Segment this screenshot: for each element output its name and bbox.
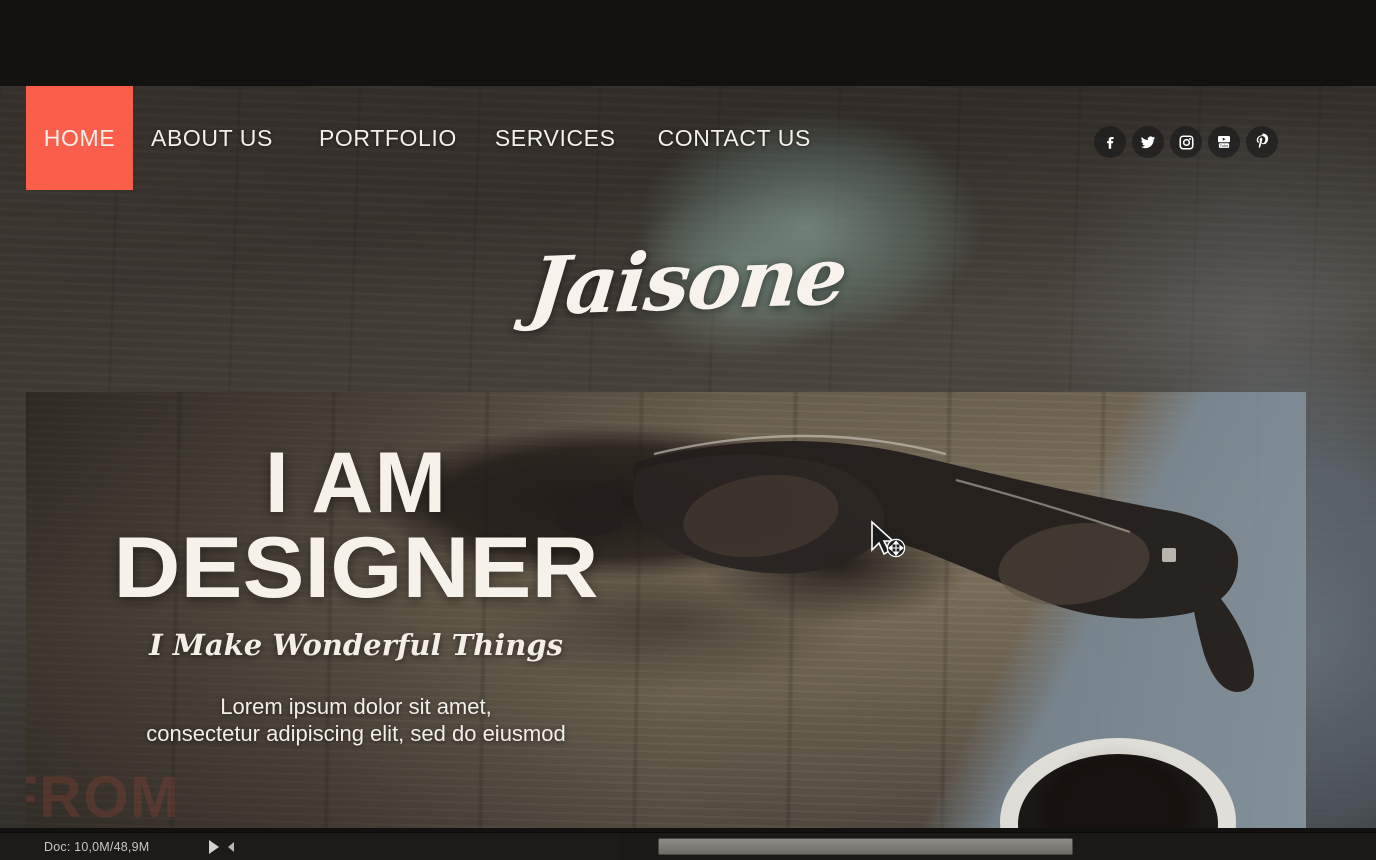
- hero-copy: I AM DESIGNER I Make Wonderful Things Lo…: [26, 435, 686, 748]
- document-size-label: Doc: 10,0M/48,9M: [44, 839, 150, 854]
- hero-banner: FROM I AM DESIGNER I Make Wonderful Thin…: [26, 392, 1306, 832]
- nav-item-services[interactable]: SERVICES: [495, 125, 616, 152]
- social-links: Tube: [1094, 126, 1278, 158]
- facebook-icon[interactable]: [1094, 126, 1126, 158]
- nav-item-home[interactable]: HOME: [26, 125, 133, 152]
- photoshop-status-bar: Doc: 10,0M/48,9M: [0, 832, 1376, 860]
- step-back-triangle-icon[interactable]: [228, 841, 235, 852]
- svg-text:Tube: Tube: [1220, 144, 1228, 148]
- website-artboard: HOME ABOUT US PORTFOLIO SERVICES CONTACT…: [0, 86, 1376, 832]
- hero-body-text: Lorem ipsum dolor sit amet, consectetur …: [26, 694, 686, 748]
- pinterest-icon[interactable]: [1246, 126, 1278, 158]
- horizontal-scrollbar-thumb[interactable]: [658, 838, 1073, 855]
- youtube-icon[interactable]: Tube: [1208, 126, 1240, 158]
- nav-item-contact-us[interactable]: CONTACT US: [658, 125, 811, 152]
- canvas-top-matte: [0, 0, 1376, 86]
- nav-item-about-us[interactable]: ABOUT US: [151, 125, 273, 152]
- nav-item-portfolio[interactable]: PORTFOLIO: [319, 125, 457, 152]
- hero-tagline: I Make Wonderful Things: [149, 628, 563, 663]
- hero-heading-line-1: I AM: [264, 435, 448, 531]
- nav-links: HOME ABOUT US PORTFOLIO SERVICES CONTACT…: [26, 86, 811, 190]
- hero-body-line-1: Lorem ipsum dolor sit amet,: [220, 694, 492, 720]
- horizontal-scrollbar-track[interactable]: [620, 833, 1376, 860]
- twitter-icon[interactable]: [1132, 126, 1164, 158]
- instagram-icon[interactable]: [1170, 126, 1202, 158]
- photoshop-canvas-window: HOME ABOUT US PORTFOLIO SERVICES CONTACT…: [0, 0, 1376, 860]
- play-triangle-icon[interactable]: [209, 839, 220, 854]
- hero-body-line-2: consectetur adipiscing elit, sed do eius…: [146, 721, 566, 747]
- status-playback-controls: [209, 839, 235, 854]
- hero-heading-line-2: DESIGNER: [113, 519, 599, 616]
